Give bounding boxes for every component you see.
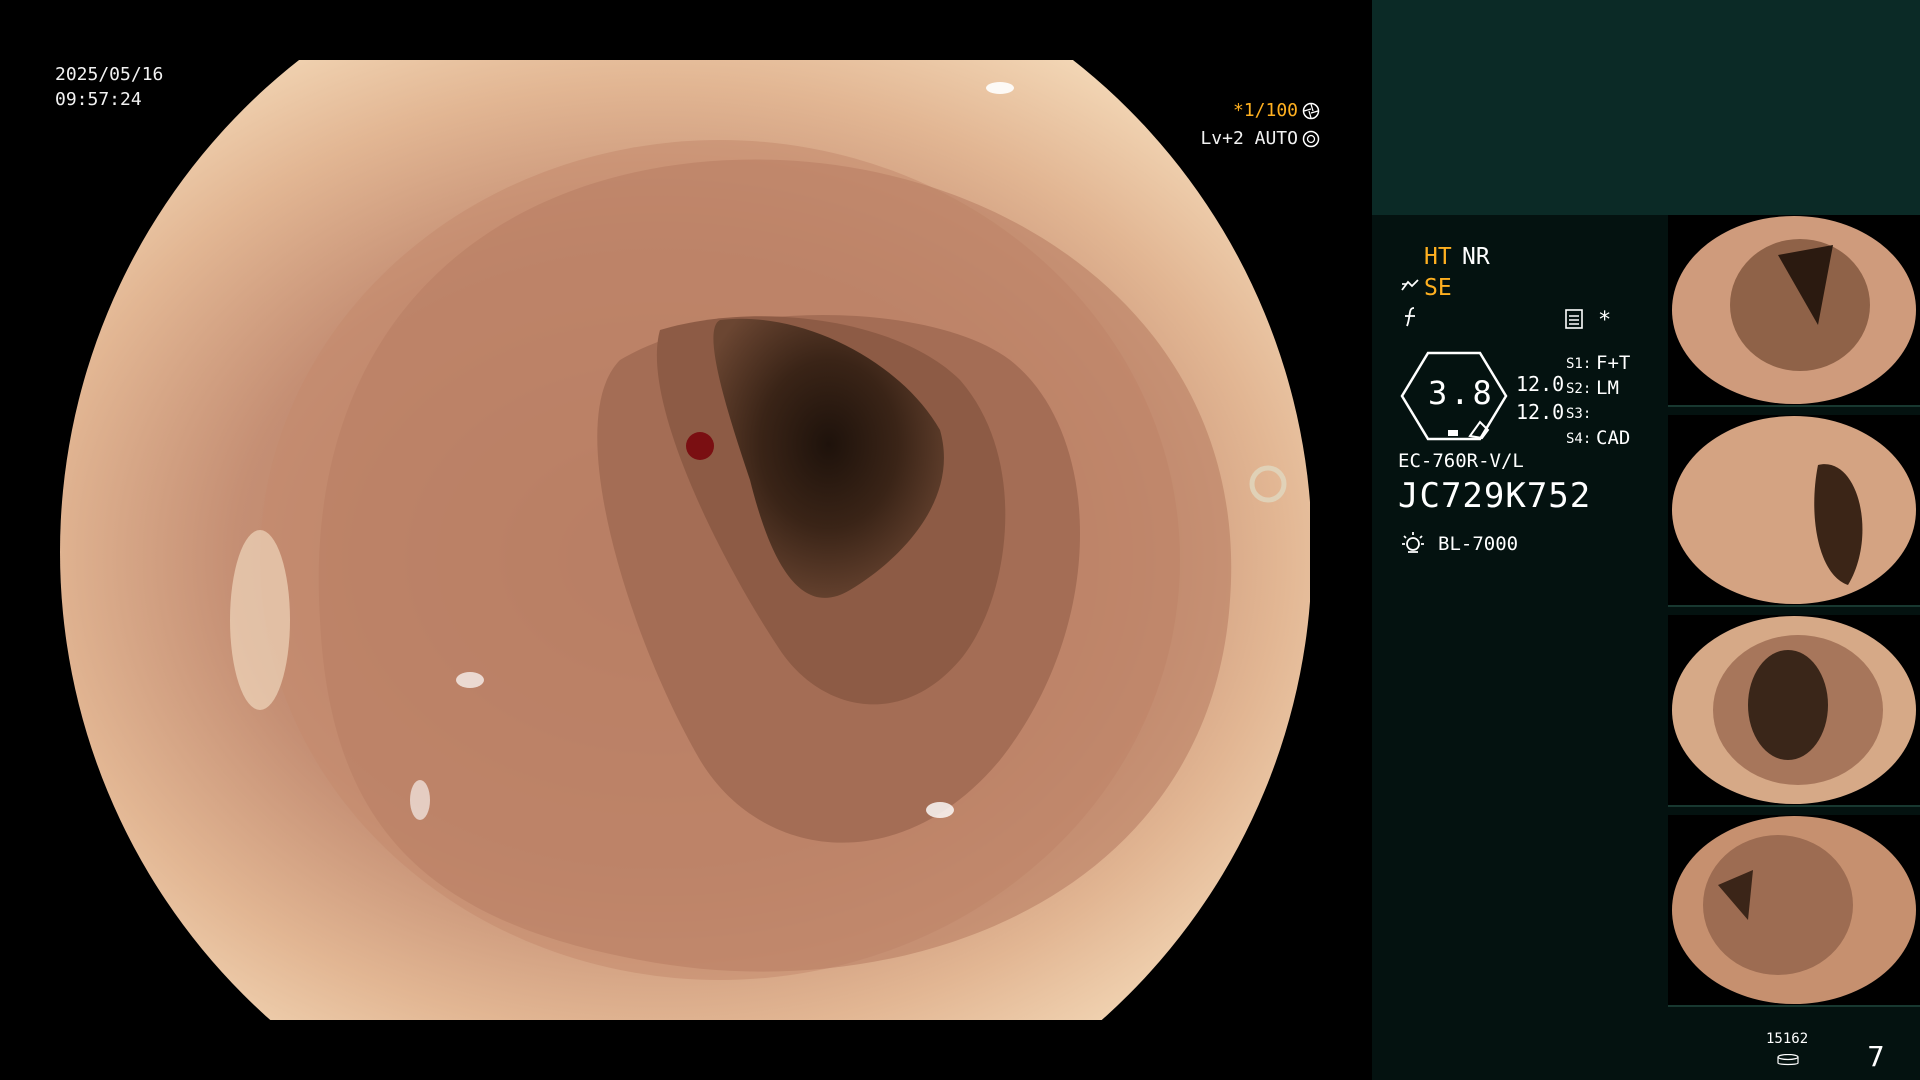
- capture-star: *: [1598, 308, 1612, 333]
- time-readout: 09:57:24: [55, 89, 142, 110]
- slot-4-key: S4:: [1566, 431, 1592, 447]
- iris-icon: [1302, 130, 1320, 147]
- aperture-icon: [1302, 102, 1320, 119]
- panel-header-block: [1372, 0, 1920, 215]
- setting-value-2: 12.0: [1516, 400, 1565, 424]
- image-counter: 15162: [1766, 1031, 1809, 1047]
- thumbnail-image-1: [1668, 215, 1920, 405]
- ht-mode: HT: [1424, 244, 1452, 270]
- slot-1-value: F+T: [1596, 352, 1631, 374]
- thumbnail-3[interactable]: [1668, 615, 1920, 807]
- thumbnail-image-3: [1668, 615, 1920, 805]
- date-readout: 2025/05/16: [55, 64, 164, 85]
- brightness-indicator: Lv+2 AUTO: [1200, 128, 1320, 149]
- enhance-icon: [1401, 279, 1419, 291]
- se-mode: SE: [1424, 275, 1452, 301]
- slot-2-value: LM: [1596, 377, 1619, 399]
- setting-value-1: 12.0: [1516, 372, 1565, 396]
- shutter-indicator: *1/100: [1233, 100, 1320, 121]
- thumbnail-image-4: [1668, 815, 1920, 1005]
- light-source-icon: [1402, 532, 1424, 553]
- light-source-model: BL-7000: [1438, 533, 1519, 555]
- scope-model: EC-760R-V/L: [1398, 450, 1524, 472]
- thumbnail-1[interactable]: [1668, 215, 1920, 407]
- endoscopic-image: [60, 60, 1310, 1020]
- slot-4-value: CAD: [1596, 427, 1631, 449]
- thumbnail-image-2: [1668, 415, 1920, 605]
- nr-mode: NR: [1462, 244, 1490, 270]
- thumbnail-2[interactable]: [1668, 415, 1920, 607]
- shutter-speed: *1/100: [1232, 100, 1298, 121]
- slot-3-key: S3:: [1566, 406, 1592, 422]
- endoscope-view: 2025/05/16 09:57:24 *1/100 Lv+2 AUTO: [0, 0, 1372, 1080]
- slot-2-key: S2:: [1566, 381, 1592, 397]
- slot-1-key: S1:: [1566, 356, 1592, 372]
- brightness-level: Lv+2 AUTO: [1200, 128, 1298, 149]
- thumbnail-4[interactable]: [1668, 815, 1920, 1007]
- freeze-icon: [1405, 307, 1415, 327]
- scope-serial: JC729K752: [1398, 476, 1592, 516]
- page-number: 7: [1867, 1040, 1885, 1073]
- storage-icon: [1777, 1054, 1799, 1066]
- zoom-value: 3.8: [1428, 374, 1495, 412]
- capture-icon: [1565, 309, 1583, 329]
